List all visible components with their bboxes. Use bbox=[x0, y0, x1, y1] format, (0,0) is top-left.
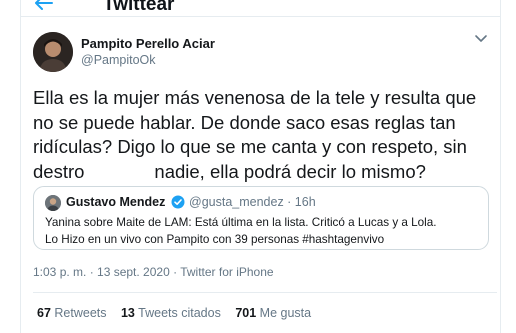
retweets-stat[interactable]: 67 Retweets bbox=[37, 306, 107, 320]
tweet-text: Ella es la mujer más venenosa de la tele… bbox=[33, 86, 498, 184]
author-avatar[interactable] bbox=[33, 32, 73, 72]
timeline-border-left bbox=[20, 0, 21, 333]
tweet-text-line: ridículas? Digo lo que se me canta y con… bbox=[33, 136, 467, 157]
quote-tweets-count: 13 bbox=[120, 306, 135, 320]
quoted-text-line: Lo Hizo en un vivo con Pampito con 39 pe… bbox=[45, 233, 385, 246]
chevron-down-icon[interactable] bbox=[474, 34, 488, 44]
quoted-text-line: Yanina sobre Maite de LAM: Está última e… bbox=[45, 216, 437, 229]
author-name[interactable]: Pampito Perello Aciar bbox=[81, 36, 215, 51]
retweets-count: 67 bbox=[37, 306, 51, 320]
quoted-tweet-text: Yanina sobre Maite de LAM: Está última e… bbox=[45, 214, 485, 248]
page-title: Twittear bbox=[103, 0, 175, 15]
likes-label: Me gusta bbox=[259, 306, 312, 320]
tweet-text-line: destro nadie, ella podrá decir lo mismo? bbox=[33, 160, 498, 185]
tweet-text-fragment: destro bbox=[33, 160, 85, 182]
quote-tweets-stat[interactable]: 13 Tweets citados bbox=[121, 306, 221, 320]
top-bar: Twittear bbox=[21, 0, 500, 17]
back-arrow-icon[interactable] bbox=[35, 0, 53, 10]
likes-stat[interactable]: 701 Me gusta bbox=[235, 306, 311, 320]
tweet-text-line: no se puede hablar. De donde saco esas r… bbox=[33, 111, 456, 133]
quote-tweets-label: Tweets citados bbox=[138, 306, 221, 320]
quoted-author-handle: @gusta_mendez · 16h bbox=[189, 195, 316, 209]
tweet-text-line: Ella es la mujer más venenosa de la tele… bbox=[33, 87, 477, 108]
likes-count: 701 bbox=[235, 306, 257, 320]
quoted-author-name: Gustavo Mendez bbox=[66, 195, 166, 209]
quoted-author-avatar bbox=[45, 195, 61, 211]
tweet-text-fragment: nadie, ella podrá decir lo mismo? bbox=[154, 160, 426, 182]
author-handle[interactable]: @PampitoOk bbox=[81, 53, 156, 67]
tweet-stats: 67 Retweets 13 Tweets citados 701 Me gus… bbox=[37, 306, 322, 320]
verified-badge-icon bbox=[171, 195, 185, 209]
quoted-tweet-card[interactable]: Gustavo Mendez @gusta_mendez · 16h Yanin… bbox=[33, 186, 489, 250]
tweet-timestamp[interactable]: 1:03 p. m. · 13 sept. 2020 · Twitter for… bbox=[33, 265, 274, 279]
divider bbox=[33, 292, 497, 293]
retweets-label: Retweets bbox=[54, 306, 107, 320]
timeline-border-right bbox=[500, 0, 501, 333]
